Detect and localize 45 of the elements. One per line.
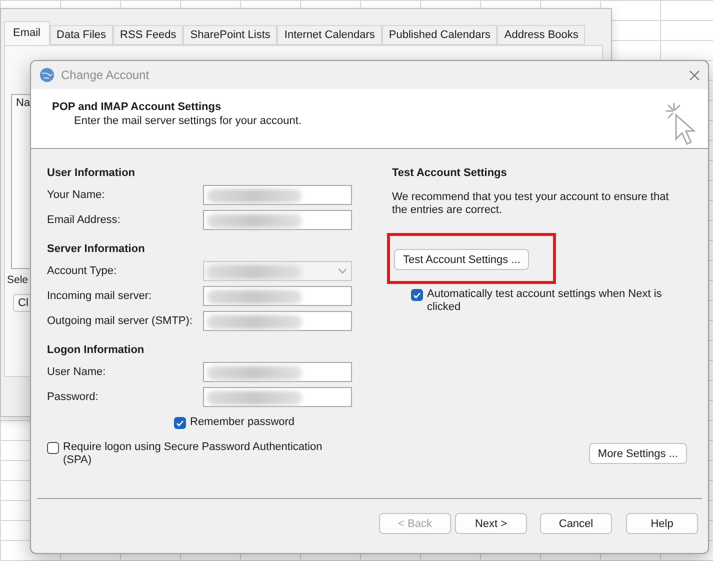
dialog-button[interactable]: Next > [455,513,527,534]
section-heading: Logon Information [47,344,146,356]
checkbox[interactable] [174,417,186,429]
globe-icon [39,67,55,83]
header-subtitle: Enter the mail server settings for your account. [74,115,302,127]
column-header: Na [16,97,30,109]
checkbox-label: Remember password [190,416,295,429]
tab[interactable]: Email [4,21,50,45]
header-title: POP and IMAP Account Settings [52,101,222,113]
field-label: Incoming mail server: [47,290,152,302]
test-description: We recommend that you test your account to ensure that the entries are correct. [392,191,670,217]
dialog-button[interactable]: Cancel [540,513,612,534]
checkbox-label: Require logon using Secure Password Authentication (SPA) [63,441,324,467]
input-field[interactable] [203,362,352,382]
field-label: Password: [47,391,98,403]
chevron-icon [338,268,347,274]
tab[interactable]: Published Calendars [382,25,498,45]
checkbox[interactable] [47,442,59,454]
tab[interactable]: Address Books [497,25,586,45]
input-field[interactable] [203,387,352,407]
tab[interactable]: Data Files [50,25,114,45]
field-label: Outgoing mail server (SMTP): [47,315,192,327]
field-label: Email Address: [47,214,120,226]
tab[interactable]: RSS Feeds [113,25,184,45]
field-label: User Name: [47,366,106,378]
account-type-dropdown[interactable] [203,261,352,281]
input-field[interactable] [203,210,352,230]
section-heading: Test Account Settings [392,167,508,179]
field-label: Account Type: [47,265,117,277]
close-icon[interactable] [689,70,700,80]
input-field[interactable] [203,286,352,306]
tab[interactable]: Internet Calendars [277,25,382,45]
input-field[interactable] [203,311,352,331]
checkbox[interactable] [411,289,423,301]
checkbox-label: Automatically test account settings when Next is clicked [427,288,663,314]
dialog-button[interactable]: Help [626,513,698,534]
input-field[interactable] [203,185,352,205]
dialog-title: Change Account [61,68,150,82]
section-heading: Server Information [47,243,146,255]
test-account-settings-button[interactable]: Test Account Settings ... [394,249,530,270]
more-settings-button[interactable]: More Settings ... [588,443,687,464]
field-label: Your Name: [47,189,105,201]
section-heading: User Information [47,167,136,179]
select-label: Sele [7,274,28,286]
tab[interactable]: SharePoint Lists [183,25,278,45]
